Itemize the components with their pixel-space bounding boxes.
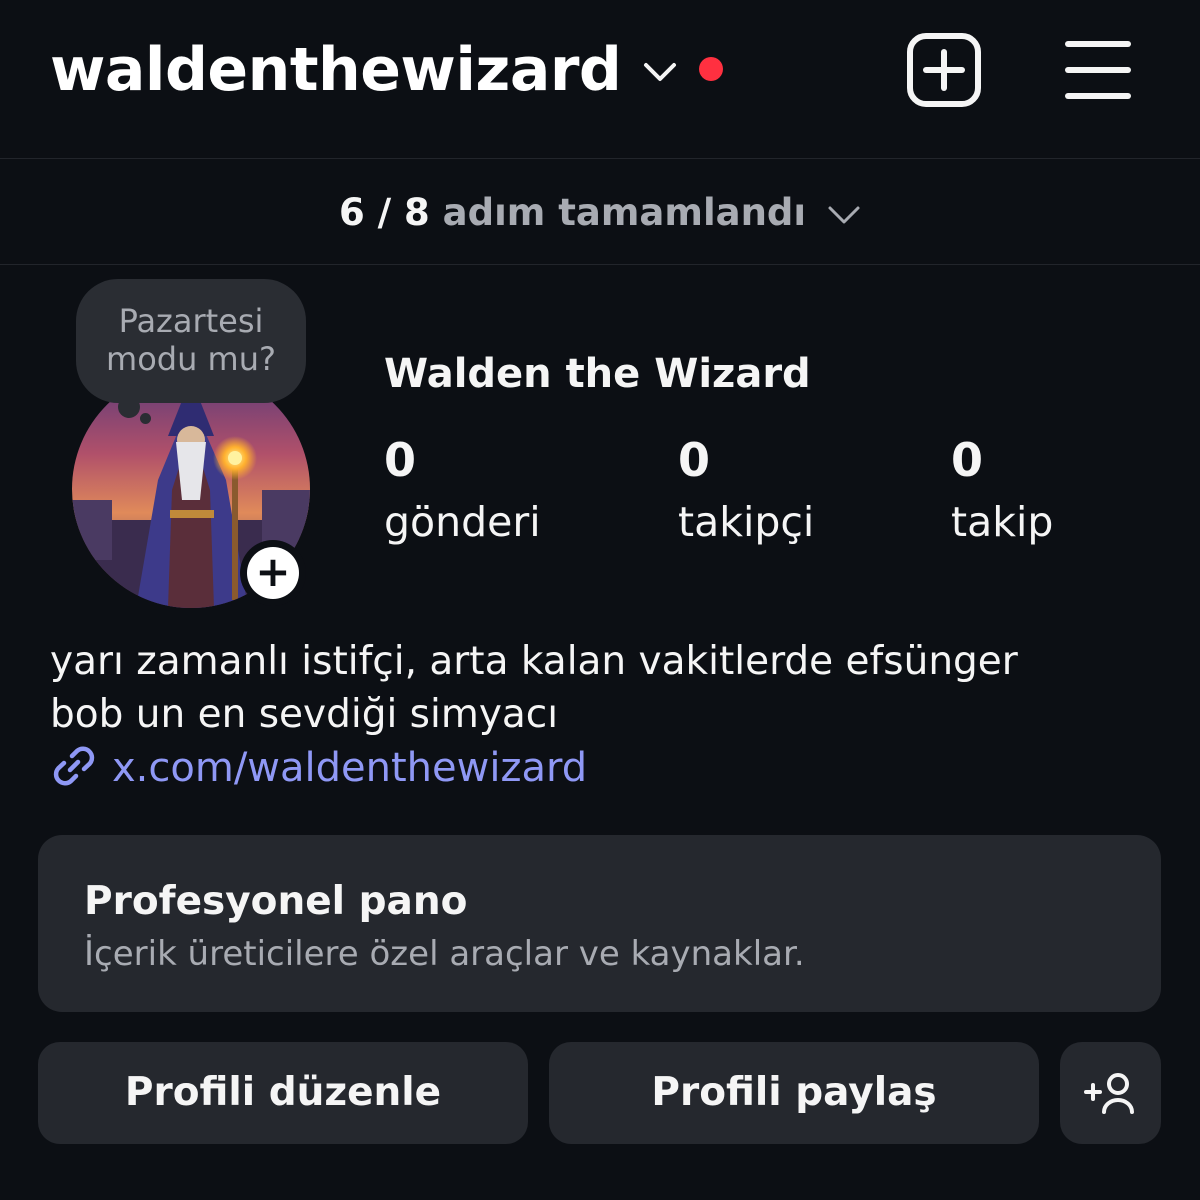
stat-posts[interactable]: 0 gönderi bbox=[384, 432, 541, 550]
link-icon bbox=[53, 746, 95, 786]
add-story-button[interactable]: + bbox=[240, 540, 306, 606]
chevron-down-icon[interactable] bbox=[640, 55, 680, 89]
steps-label: adım tamamlandı bbox=[442, 191, 807, 234]
new-post-icon[interactable] bbox=[904, 32, 984, 108]
chevron-down-icon bbox=[828, 206, 860, 223]
stat-label: gönderi bbox=[384, 498, 541, 546]
discover-people-button[interactable] bbox=[1060, 1042, 1161, 1144]
pro-dashboard-subtitle: İçerik üreticilere özel araçlar ve kayna… bbox=[84, 934, 805, 974]
stat-value: 0 bbox=[678, 433, 711, 487]
stat-followers[interactable]: 0 takipçi bbox=[678, 432, 814, 550]
profile-bio: yarı zamanlı istifçi, arta kalan vakitle… bbox=[50, 635, 1150, 741]
stat-label: takipçi bbox=[678, 498, 815, 546]
stat-value: 0 bbox=[951, 433, 984, 487]
steps-count: 6 / 8 bbox=[338, 191, 430, 234]
stat-value: 0 bbox=[384, 433, 417, 487]
pro-dashboard-title: Profesyonel pano bbox=[84, 879, 468, 924]
notification-dot bbox=[699, 57, 723, 81]
profile-steps-progress[interactable]: 6 / 8 adım tamamlandı bbox=[0, 190, 1200, 236]
share-profile-button[interactable]: Profili paylaş bbox=[549, 1042, 1039, 1144]
account-username[interactable]: waldenthewizard bbox=[50, 30, 622, 110]
professional-dashboard-card[interactable]: Profesyonel pano İçerik üreticilere özel… bbox=[38, 835, 1161, 1012]
link-text: x.com/waldenthewizard bbox=[112, 745, 588, 791]
bio-line: yarı zamanlı istifçi, arta kalan vakitle… bbox=[50, 639, 1018, 684]
stat-following[interactable]: 0 takip bbox=[951, 432, 1053, 550]
profile-link[interactable]: x.com/waldenthewizard bbox=[50, 740, 587, 796]
stat-label: takip bbox=[951, 498, 1054, 546]
note-bubble-tail-small bbox=[140, 413, 151, 424]
bio-line: bob un en sevdiği simyacı bbox=[50, 692, 559, 737]
top-bar: waldenthewizard bbox=[0, 0, 1200, 159]
add-person-icon bbox=[1084, 1073, 1134, 1114]
profile-note[interactable]: Pazartesi modu mu? bbox=[76, 279, 306, 403]
plus-icon: + bbox=[247, 547, 299, 599]
menu-icon[interactable] bbox=[1062, 38, 1134, 102]
display-name: Walden the Wizard bbox=[384, 351, 811, 397]
edit-profile-button[interactable]: Profili düzenle bbox=[38, 1042, 528, 1144]
